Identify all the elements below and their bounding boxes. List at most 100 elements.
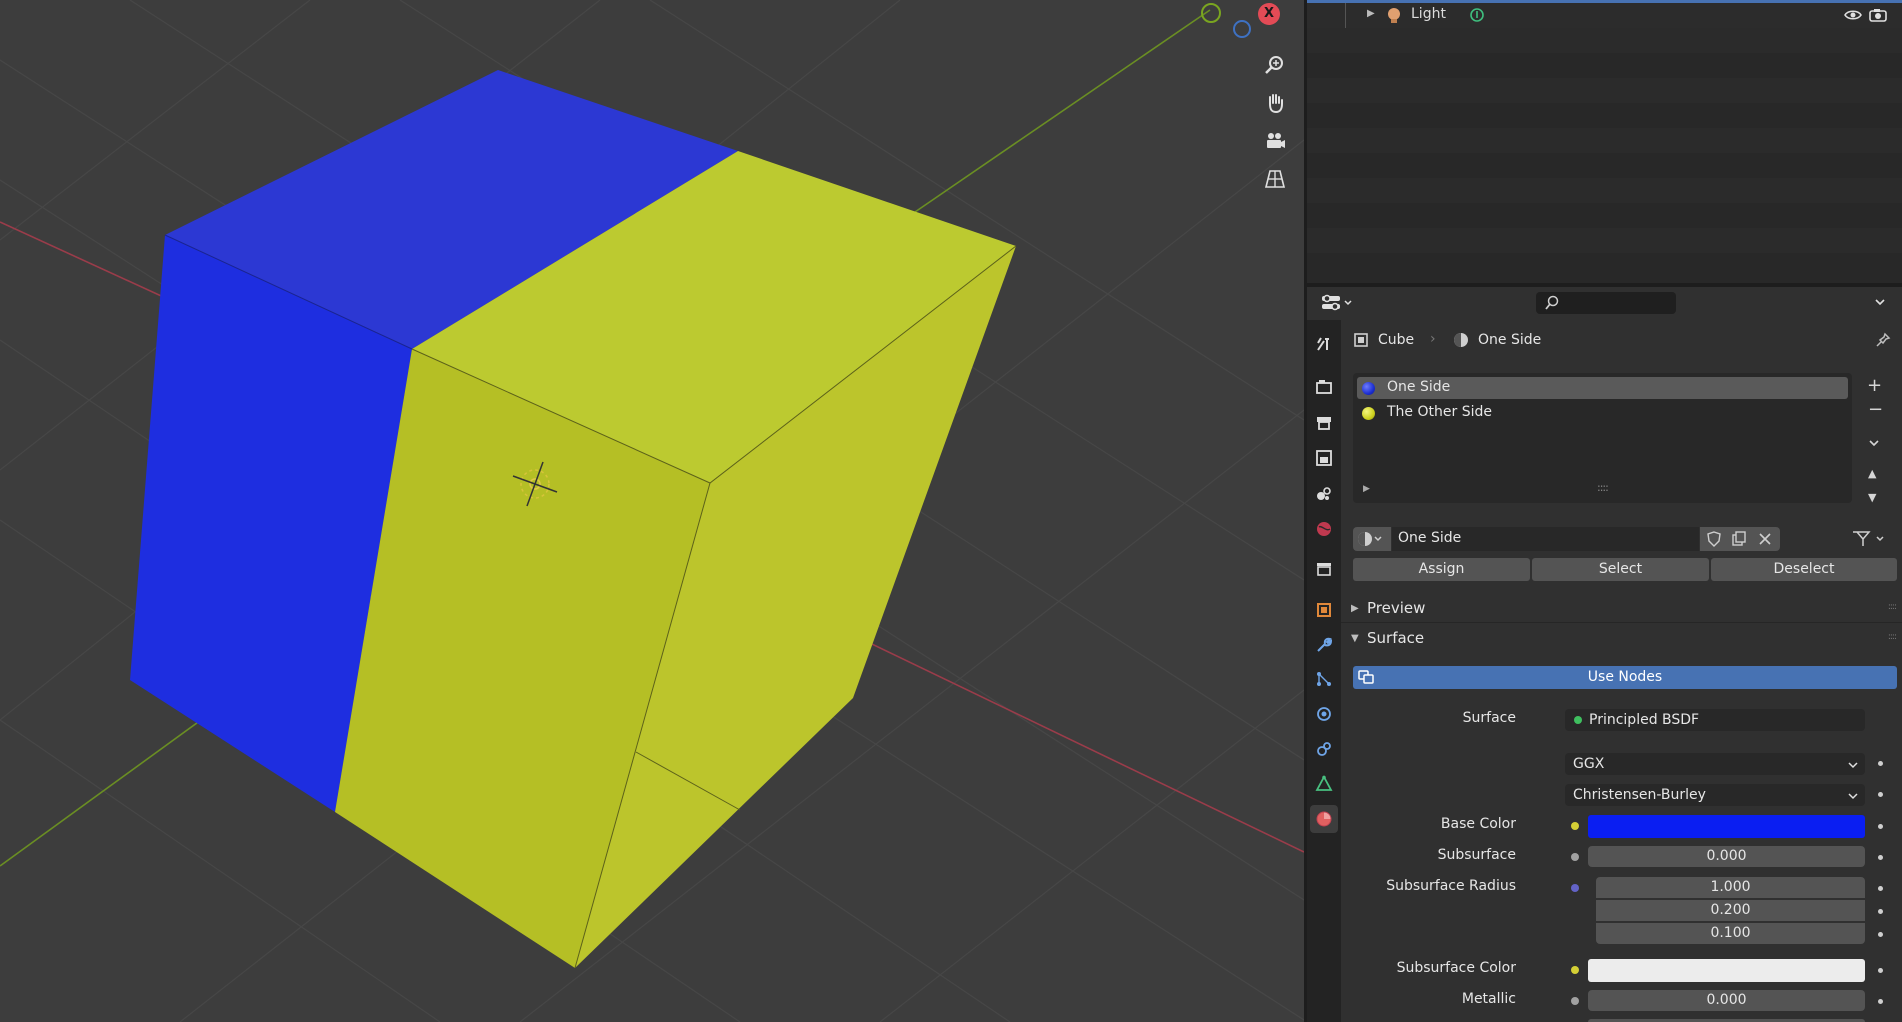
list-filter-toggle-icon[interactable]: ▶: [1363, 484, 1370, 494]
gizmo-y-axis-dot[interactable]: [1201, 3, 1221, 23]
pin-icon[interactable]: [1875, 332, 1891, 352]
material-browse-button[interactable]: [1353, 527, 1391, 551]
keyframe-dot[interactable]: [1878, 932, 1883, 937]
subsurface-field[interactable]: 0.000: [1588, 846, 1865, 867]
metallic-field[interactable]: 0.000: [1588, 990, 1865, 1011]
outliner-empty-row: [1307, 128, 1902, 153]
gizmo-x-axis-button[interactable]: X: [1258, 3, 1280, 25]
light-data-icon[interactable]: [1469, 7, 1485, 27]
properties-tabs: [1307, 320, 1341, 1022]
deselect-button[interactable]: Deselect: [1711, 558, 1897, 581]
tab-output[interactable]: [1310, 409, 1338, 437]
material-slot-row[interactable]: The Other Side: [1357, 402, 1848, 424]
3d-viewport[interactable]: X: [0, 0, 1304, 1022]
keyframe-dot[interactable]: [1878, 855, 1883, 860]
viewport-scene[interactable]: [0, 0, 1304, 1022]
surface-label: Surface: [1462, 710, 1516, 726]
material-name-text: One Side: [1398, 530, 1462, 546]
header-dropdown-chevron-icon[interactable]: [1873, 294, 1887, 313]
slot-specials-chevron-icon[interactable]: [1867, 435, 1881, 454]
tab-modifiers[interactable]: [1310, 631, 1338, 659]
tab-object-data[interactable]: [1310, 770, 1338, 798]
surface-panel-header[interactable]: ▼ Surface ::::: [1341, 624, 1902, 652]
tab-render[interactable]: [1310, 373, 1338, 401]
particles-icon: [1317, 672, 1331, 686]
tab-scene[interactable]: [1310, 479, 1338, 507]
list-resize-grip[interactable]: ::::: [1597, 481, 1609, 494]
keyframe-dot[interactable]: [1878, 909, 1883, 914]
tool-icon: [1317, 337, 1329, 351]
tab-tool[interactable]: [1310, 330, 1338, 358]
use-nodes-button[interactable]: Use Nodes: [1353, 666, 1897, 689]
keyframe-dot[interactable]: [1878, 999, 1883, 1004]
visibility-eye-icon[interactable]: [1844, 7, 1862, 26]
mesh-data-icon: [1315, 775, 1333, 791]
material-name-field[interactable]: One Side: [1392, 527, 1699, 551]
tab-view-layer[interactable]: [1310, 444, 1338, 472]
distribution-value: GGX: [1573, 756, 1605, 772]
outliner-empty-row: [1307, 228, 1902, 253]
material-slot-row-selected[interactable]: One Side: [1357, 377, 1848, 399]
assign-button[interactable]: Assign: [1353, 558, 1530, 581]
tree-line: [1345, 3, 1346, 28]
gizmo-z-neg-dot[interactable]: [1233, 20, 1251, 38]
subsurface-radius-z-field[interactable]: 0.100: [1596, 923, 1865, 944]
zoom-icon[interactable]: [1259, 49, 1291, 81]
material-slot-list[interactable]: One Side The Other Side ▶ ::::: [1353, 373, 1852, 503]
outliner-row-light[interactable]: ▶ Light: [1307, 3, 1902, 28]
outliner-empty-row: [1307, 78, 1902, 103]
preview-panel-header[interactable]: ▶ Preview ::::: [1341, 594, 1902, 622]
constraints-icon: [1317, 742, 1331, 756]
properties-header: [1307, 287, 1902, 320]
outliner[interactable]: ▶ Light: [1307, 0, 1902, 283]
duplicate-icon[interactable]: [1731, 531, 1747, 547]
node-tree-button[interactable]: [1847, 527, 1897, 551]
unlink-close-icon[interactable]: [1758, 532, 1772, 546]
base-color-swatch[interactable]: [1588, 815, 1865, 838]
keyframe-dot[interactable]: [1878, 824, 1883, 829]
tab-collection[interactable]: [1310, 554, 1338, 582]
expand-arrow-icon[interactable]: ▶: [1367, 8, 1375, 19]
editor-type-icon[interactable]: [1321, 293, 1355, 317]
keyframe-dot[interactable]: [1878, 792, 1883, 797]
material-preview-yellow-icon: [1362, 407, 1375, 420]
tab-physics[interactable]: [1310, 700, 1338, 728]
tab-world[interactable]: [1310, 515, 1338, 543]
keyframe-dot[interactable]: [1878, 761, 1883, 766]
pan-hand-icon[interactable]: [1259, 87, 1291, 119]
move-up-arrow-icon[interactable]: ▲: [1868, 467, 1876, 480]
perspective-grid-icon[interactable]: [1259, 163, 1291, 195]
render-camera-icon[interactable]: [1869, 7, 1887, 26]
remove-slot-minus-icon[interactable]: −: [1868, 399, 1883, 420]
float-socket-dot[interactable]: [1571, 853, 1579, 861]
tab-constraints[interactable]: [1310, 735, 1338, 763]
surface-shader-field[interactable]: Principled BSDF: [1565, 709, 1865, 731]
add-slot-plus-icon[interactable]: +: [1867, 375, 1882, 396]
color-socket-dot[interactable]: [1571, 822, 1579, 830]
fake-user-shield-icon[interactable]: [1706, 531, 1722, 547]
keyframe-dot[interactable]: [1878, 886, 1883, 891]
distribution-dropdown[interactable]: GGX: [1565, 753, 1865, 775]
subsurface-radius-x-field[interactable]: 1.000: [1596, 877, 1865, 898]
subsurface-color-swatch[interactable]: [1588, 959, 1865, 982]
select-button[interactable]: Select: [1532, 558, 1709, 581]
camera-view-icon[interactable]: [1259, 125, 1291, 157]
float-socket-dot[interactable]: [1571, 997, 1579, 1005]
use-nodes-label: Use Nodes: [1587, 669, 1663, 685]
breadcrumb-object: Cube: [1378, 332, 1415, 348]
color-socket-dot[interactable]: [1571, 966, 1579, 974]
tab-object[interactable]: [1310, 596, 1338, 624]
tab-material[interactable]: [1310, 805, 1338, 833]
preview-panel-title: Preview: [1367, 599, 1426, 617]
move-down-arrow-icon[interactable]: ▼: [1868, 491, 1876, 504]
subsurface-color-label: Subsurface Color: [1396, 960, 1516, 976]
panel-grip-icon[interactable]: ::::: [1888, 602, 1897, 612]
vector-socket-dot[interactable]: [1571, 884, 1579, 892]
properties-search-input[interactable]: [1536, 292, 1676, 314]
subsurface-radius-y-field[interactable]: 0.200: [1596, 900, 1865, 921]
subsurface-method-dropdown[interactable]: Christensen-Burley: [1565, 784, 1865, 806]
tab-particles[interactable]: [1310, 665, 1338, 693]
panel-grip-icon[interactable]: ::::: [1888, 632, 1897, 642]
material-properties-panel: Cube › One Side One Side The Other Side …: [1341, 320, 1902, 1022]
keyframe-dot[interactable]: [1878, 968, 1883, 973]
